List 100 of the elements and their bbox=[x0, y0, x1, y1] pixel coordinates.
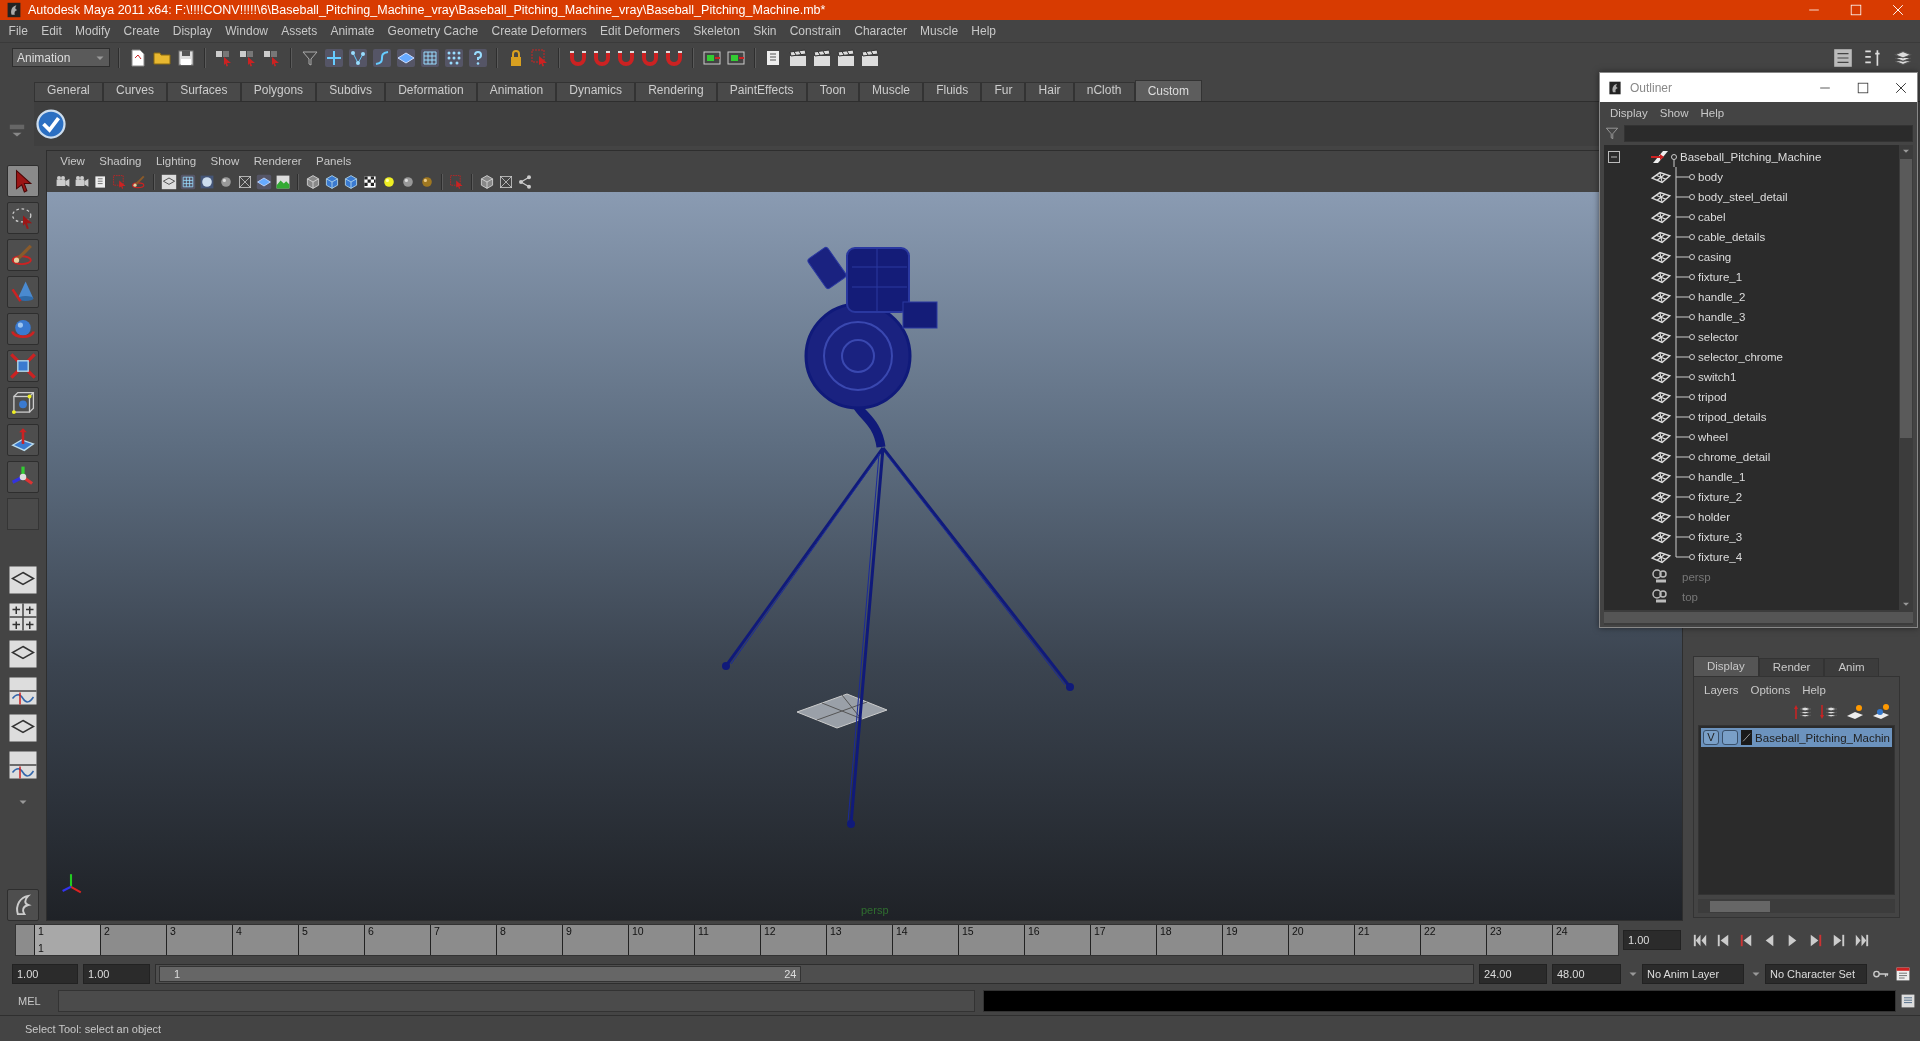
graph-layout-icon[interactable] bbox=[8, 750, 38, 780]
menu-item[interactable]: View bbox=[53, 155, 93, 167]
mode-dropdown[interactable]: Animation bbox=[12, 48, 110, 67]
start-time-field[interactable]: 1.00 bbox=[12, 964, 78, 984]
cube-icon[interactable] bbox=[305, 173, 321, 190]
menu-item[interactable]: Muscle bbox=[913, 24, 965, 38]
character-set-dropdown[interactable]: No Character Set bbox=[1765, 964, 1867, 984]
clapperboard-icon[interactable] bbox=[860, 47, 880, 68]
collapse-icon[interactable] bbox=[1608, 151, 1620, 163]
outliner-item[interactable]: cable_details bbox=[1698, 231, 1766, 243]
shelf-tab[interactable]: Rendering bbox=[635, 82, 717, 101]
menu-item[interactable]: File bbox=[2, 24, 35, 38]
clapperboard-icon[interactable] bbox=[812, 47, 832, 68]
document-icon[interactable] bbox=[128, 47, 148, 68]
cube-icon[interactable] bbox=[479, 173, 495, 190]
menu-item[interactable]: Show bbox=[1653, 106, 1695, 119]
outliner-item[interactable]: tripod bbox=[1698, 391, 1727, 403]
shelf-tab[interactable]: Deformation bbox=[385, 82, 477, 101]
range-slider[interactable]: 1 24 bbox=[155, 964, 1474, 984]
outliner-item[interactable]: switch1 bbox=[1698, 371, 1737, 383]
plus-icon[interactable] bbox=[324, 47, 344, 68]
shelf-tab[interactable]: Dynamics bbox=[556, 82, 636, 101]
outliner-item[interactable]: tripod_details bbox=[1698, 411, 1767, 423]
menu-item[interactable]: Renderer bbox=[246, 155, 309, 167]
menu-item[interactable]: Options bbox=[1744, 684, 1797, 696]
color-swatch[interactable] bbox=[1740, 730, 1753, 745]
menu-item[interactable]: Create bbox=[116, 24, 167, 38]
script-editor-icon[interactable] bbox=[1900, 993, 1916, 1009]
outliner-item[interactable]: Baseball_Pitching_Machine bbox=[1680, 151, 1822, 163]
brush-icon[interactable] bbox=[131, 173, 147, 190]
outliner-item[interactable]: selector_chrome bbox=[1698, 351, 1783, 363]
shelf-tab[interactable]: General bbox=[34, 82, 103, 101]
wireframe-cube-icon[interactable] bbox=[10, 390, 36, 416]
menu-item[interactable]: Window bbox=[218, 24, 275, 38]
outliner-item[interactable]: selector bbox=[1698, 331, 1739, 343]
menu-item[interactable]: Edit bbox=[34, 24, 69, 38]
outliner-item[interactable]: fixture_3 bbox=[1698, 531, 1743, 543]
shelf-tab[interactable]: nCloth bbox=[1073, 82, 1135, 101]
outliner-item[interactable]: cabel bbox=[1698, 211, 1726, 223]
menu-item[interactable]: Constrain bbox=[783, 24, 848, 38]
outliner-item[interactable]: body_steel_detail bbox=[1698, 191, 1788, 203]
outliner-item[interactable]: fixture_4 bbox=[1698, 551, 1743, 563]
menu-item[interactable]: Display bbox=[1604, 106, 1654, 119]
current-time-field[interactable]: 1.00 bbox=[1623, 930, 1681, 950]
shaded-sphere-icon[interactable] bbox=[199, 173, 215, 190]
shelf-tab[interactable]: Surfaces bbox=[167, 82, 241, 101]
horizontal-scrollbar[interactable] bbox=[1604, 610, 1913, 625]
outliner-item[interactable]: handle_3 bbox=[1698, 311, 1746, 323]
menu-item[interactable]: Help bbox=[1694, 106, 1731, 119]
four-pane-layout-icon[interactable] bbox=[8, 602, 38, 632]
anim-layer-dropdown[interactable]: No Anim Layer bbox=[1642, 964, 1744, 984]
outliner-item[interactable]: fixture_2 bbox=[1698, 491, 1743, 503]
clapperboard-icon[interactable] bbox=[788, 47, 808, 68]
playback-end-field[interactable]: 24.00 bbox=[1479, 964, 1547, 984]
layout-icon[interactable] bbox=[8, 565, 38, 595]
outliner-item[interactable]: persp bbox=[1682, 571, 1711, 583]
shelf-tab[interactable]: Fluids bbox=[923, 82, 982, 101]
cube-icon[interactable] bbox=[343, 173, 359, 190]
menu-item[interactable]: Modify bbox=[68, 24, 117, 38]
menu-item[interactable]: Lighting bbox=[148, 155, 204, 167]
shelf-tab[interactable]: Toon bbox=[806, 82, 859, 101]
command-language-label[interactable]: MEL bbox=[8, 995, 54, 1007]
new-layer-icon[interactable] bbox=[1845, 702, 1865, 722]
range-slider-handle[interactable]: 1 24 bbox=[159, 966, 802, 982]
maximize-icon[interactable] bbox=[1848, 2, 1864, 18]
dots-icon[interactable] bbox=[444, 47, 464, 68]
graph-layout-icon[interactable] bbox=[8, 676, 38, 706]
grid-icon[interactable] bbox=[180, 173, 196, 190]
menu-item[interactable]: Layers bbox=[1698, 684, 1745, 696]
editor-tab[interactable]: Render bbox=[1758, 658, 1825, 676]
shelf-tab[interactable]: PaintEffects bbox=[716, 82, 807, 101]
editor-tab[interactable]: Display bbox=[1693, 656, 1759, 676]
menu-item[interactable]: Help bbox=[1796, 684, 1832, 696]
outliner-item[interactable]: body bbox=[1698, 171, 1723, 183]
menu-item[interactable]: Skeleton bbox=[686, 24, 747, 38]
menu-item[interactable]: Character bbox=[847, 24, 914, 38]
vertical-scrollbar[interactable] bbox=[1899, 145, 1913, 610]
outliner-item[interactable]: holder bbox=[1698, 511, 1730, 523]
shelf-tab[interactable]: Hair bbox=[1025, 82, 1074, 101]
horizontal-scrollbar[interactable] bbox=[1698, 899, 1895, 913]
channel-box-icon[interactable] bbox=[1832, 46, 1854, 69]
shelf-tab[interactable]: Curves bbox=[102, 82, 168, 101]
command-field[interactable] bbox=[58, 990, 975, 1012]
layout-icon[interactable] bbox=[8, 713, 38, 743]
menu-item[interactable]: Edit Deformers bbox=[593, 24, 687, 38]
plane-icon[interactable] bbox=[256, 173, 272, 190]
outliner-item[interactable]: handle_2 bbox=[1698, 291, 1746, 303]
menu-item[interactable]: Skin bbox=[746, 24, 784, 38]
menu-item[interactable]: Create Deformers bbox=[484, 24, 594, 38]
layout-icon[interactable] bbox=[161, 173, 177, 190]
cube-icon[interactable] bbox=[10, 353, 36, 379]
share-icon[interactable] bbox=[517, 173, 533, 190]
outliner-item[interactable]: handle_1 bbox=[1698, 471, 1746, 483]
checkmark-icon[interactable] bbox=[36, 109, 66, 139]
shelf-tab[interactable]: Fur bbox=[981, 82, 1026, 101]
menu-item[interactable]: Show bbox=[203, 155, 247, 167]
layer-row[interactable]: V Baseball_Pitching_Machin bbox=[1701, 728, 1892, 747]
template-toggle[interactable] bbox=[1721, 730, 1738, 745]
funnel-icon[interactable] bbox=[1604, 125, 1620, 141]
shelf-tab[interactable]: Animation bbox=[476, 82, 557, 101]
